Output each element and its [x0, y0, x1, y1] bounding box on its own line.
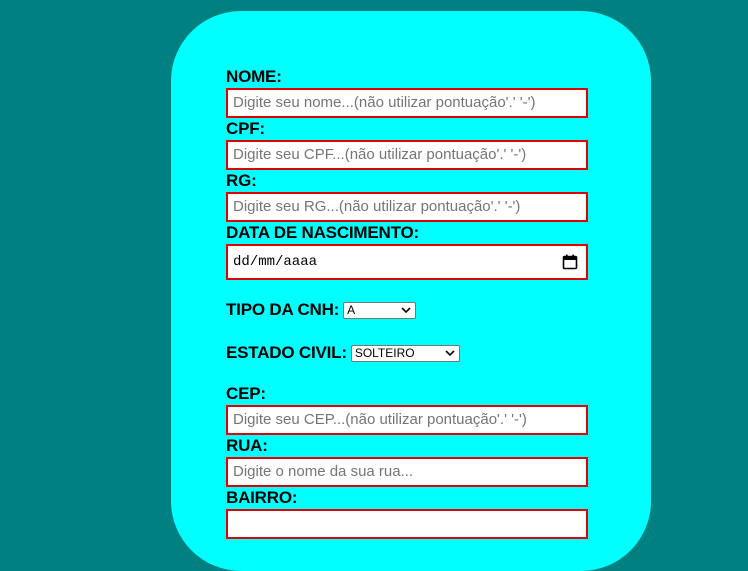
nascimento-label: DATA DE NASCIMENTO: — [226, 223, 419, 242]
rua-input[interactable]: Digite o nome da sua rua... — [226, 457, 588, 487]
calendar-icon[interactable] — [562, 254, 578, 270]
cnh-select[interactable]: A — [343, 301, 417, 319]
date-value: dd/mm/aaaa — [233, 254, 318, 270]
estado-civil-selected-value: SOLTEIRO — [354, 345, 415, 360]
rua-label: RUA: — [226, 436, 268, 455]
chevron-down-icon — [445, 349, 455, 356]
bairro-label: BAIRRO: — [226, 488, 298, 507]
estado-civil-row: ESTADO CIVIL: SOLTEIRO — [226, 343, 460, 363]
cnh-selected-value: A — [347, 302, 356, 317]
cnh-label: TIPO DA CNH: — [226, 300, 340, 319]
nome-label: NOME: — [226, 67, 282, 86]
cpf-label: CPF: — [226, 119, 265, 138]
nascimento-date-input[interactable]: dd/mm/aaaa — [226, 244, 588, 280]
cep-label: CEP: — [226, 384, 266, 403]
cnh-row: TIPO DA CNH: A — [226, 300, 417, 320]
estado-civil-label: ESTADO CIVIL: — [226, 343, 347, 362]
bairro-input[interactable] — [226, 509, 588, 539]
nome-input[interactable]: Digite seu nome...(não utilizar pontuaçã… — [226, 88, 588, 118]
estado-civil-select[interactable]: SOLTEIRO — [350, 344, 460, 362]
cep-input[interactable]: Digite seu CEP...(não utilizar pontuação… — [226, 405, 588, 435]
rg-input[interactable]: Digite seu RG...(não utilizar pontuação'… — [226, 192, 588, 222]
chevron-down-icon — [401, 306, 411, 313]
cpf-input[interactable]: Digite seu CPF...(não utilizar pontuação… — [226, 140, 588, 170]
rg-label: RG: — [226, 171, 257, 190]
